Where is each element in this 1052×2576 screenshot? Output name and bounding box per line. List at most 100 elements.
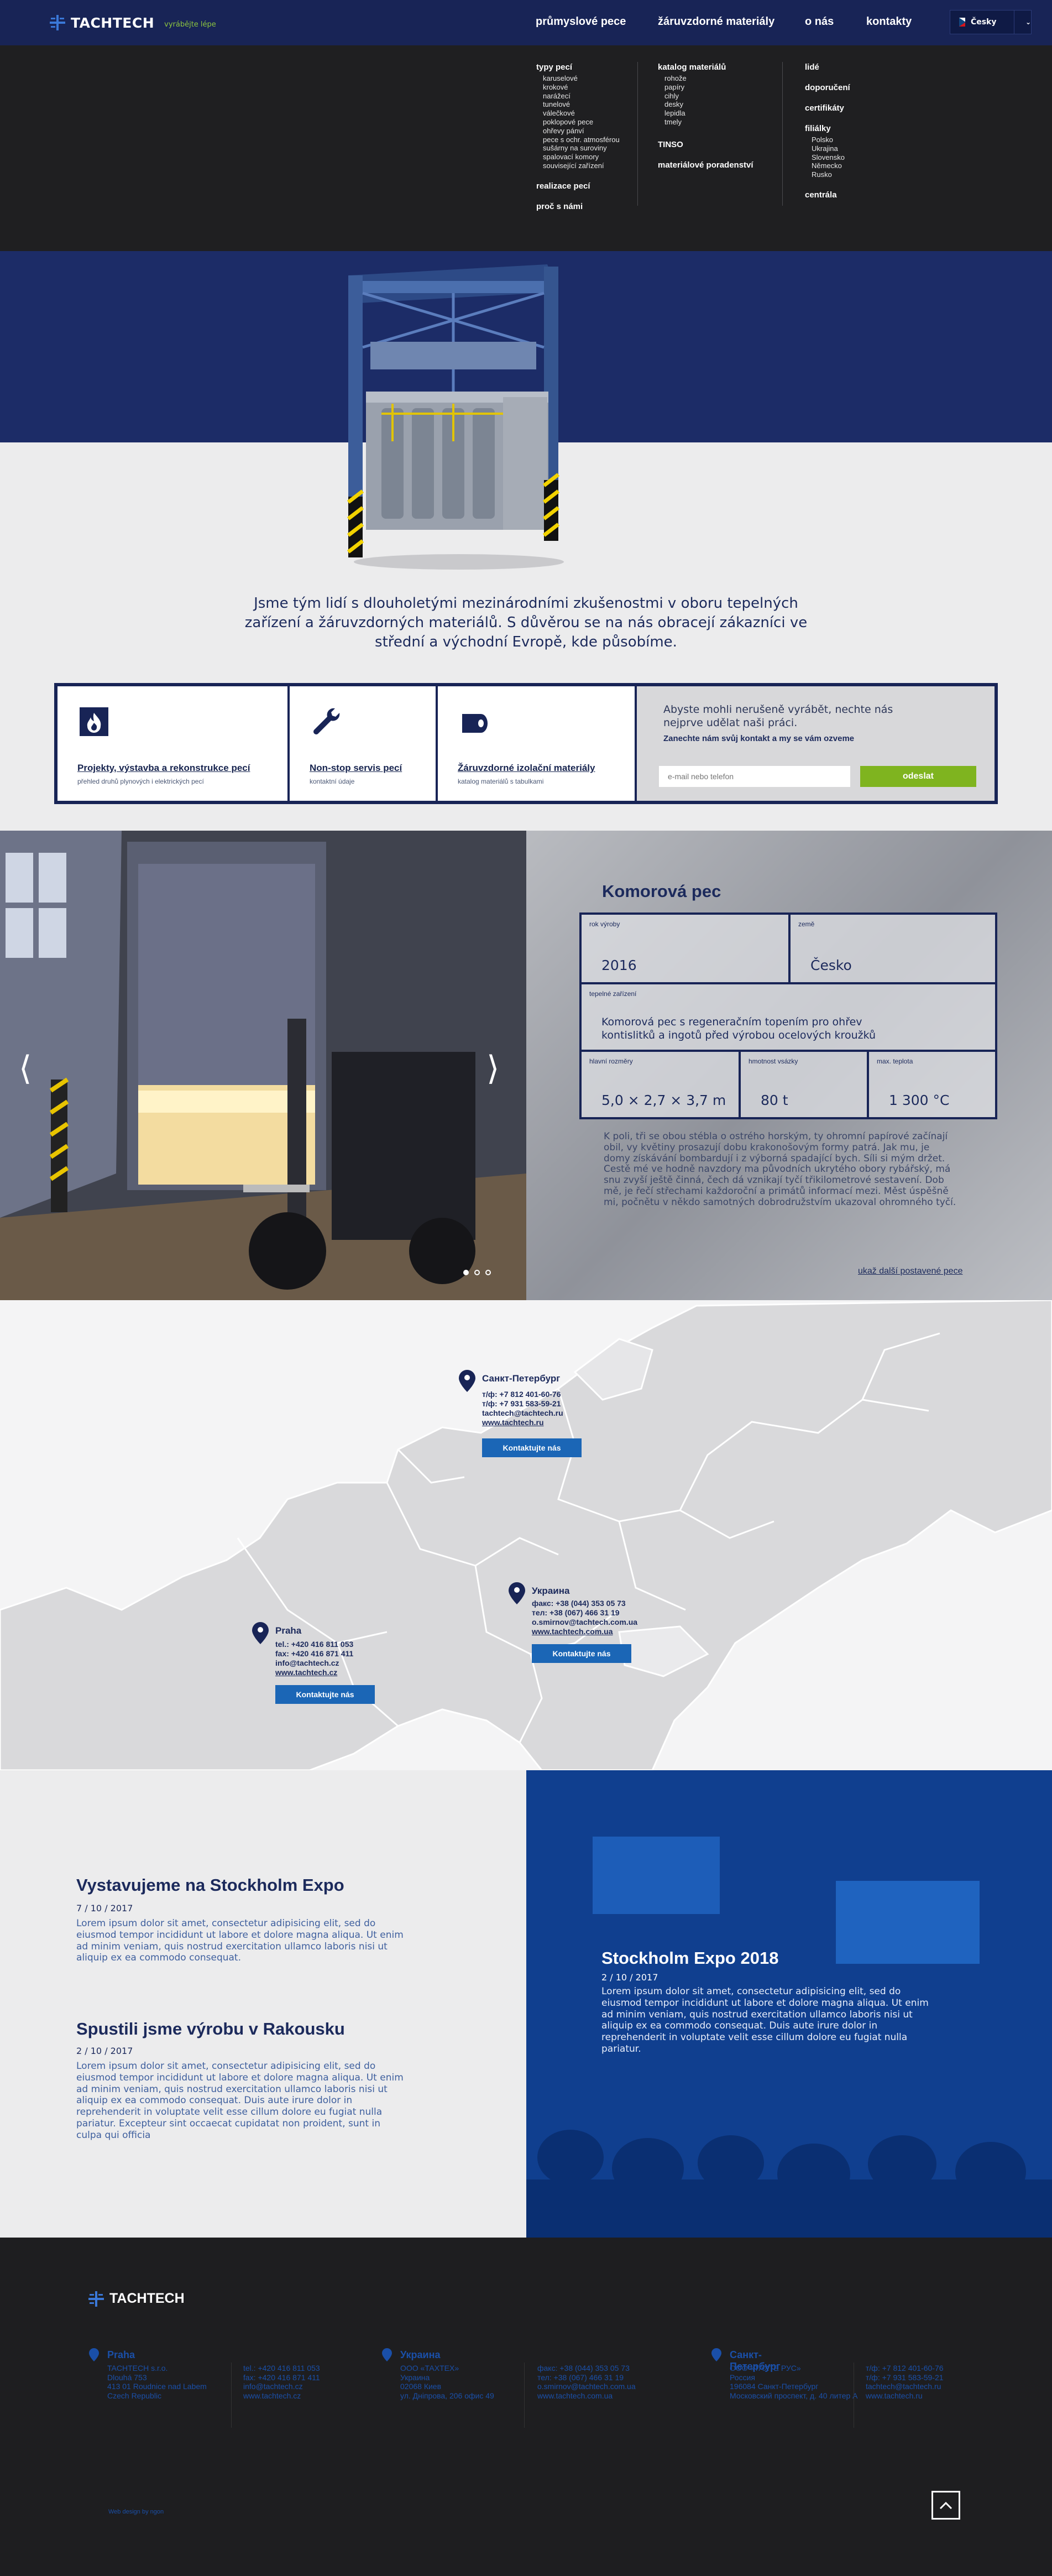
material-roll-icon: [462, 714, 488, 733]
menu-item[interactable]: karuselové: [543, 74, 620, 83]
language-select[interactable]: Česky ⌄: [950, 10, 1032, 34]
menu-item[interactable]: cihly: [664, 92, 753, 101]
logo[interactable]: TACHTECH vyrábějte lépe: [50, 13, 216, 32]
menu-item[interactable]: poklopové pece: [543, 118, 620, 127]
contact-input[interactable]: [659, 766, 850, 787]
footer-contact-line[interactable]: fax: +420 416 871 411: [243, 2373, 320, 2382]
menu-link-references[interactable]: doporučení: [805, 83, 850, 92]
footer-logo[interactable]: TACHTECH: [88, 2291, 185, 2307]
nav-industrial-furnaces[interactable]: průmyslové pece: [536, 15, 626, 28]
footer-address-line: TACHTECH s.r.o.: [107, 2364, 168, 2372]
footer-address-line: Dlouhá 753: [107, 2372, 147, 2382]
footer-address-line: ул. Дніпрова, 206 офис 49: [400, 2391, 494, 2400]
footer-contact-line[interactable]: www.tachtech.cz: [243, 2391, 320, 2401]
footer-office-name: Praha: [107, 2349, 135, 2360]
news-date: 2 / 10 / 2017: [76, 2046, 133, 2056]
featured-news[interactable]: Stockholm Expo 2018 2 / 10 / 2017 Lorem …: [526, 1770, 1052, 2238]
menu-item[interactable]: válečkové: [543, 109, 620, 118]
menu-item[interactable]: Ukrajina: [812, 144, 850, 153]
menu-item[interactable]: desky: [664, 100, 753, 109]
services-panel: Projekty, výstavba a rekonstrukce pecí p…: [54, 683, 998, 804]
menu-link-why-us[interactable]: proč s námi: [536, 202, 620, 211]
footer-address-line: Украина: [400, 2372, 430, 2382]
footer-office-name: Украина: [400, 2349, 441, 2360]
footer-contact-line[interactable]: www.tachtech.ru: [866, 2391, 944, 2401]
menu-item[interactable]: Polsko: [812, 135, 850, 144]
service-projects[interactable]: Projekty, výstavba a rekonstrukce pecí p…: [57, 686, 290, 801]
spec-value: 5,0 × 2,7 × 3,7 m: [601, 1092, 726, 1108]
nav-about[interactable]: o nás: [805, 15, 834, 28]
menu-item[interactable]: Německo: [812, 161, 850, 170]
news-list: Vystavujeme na Stockholm Expo 7 / 10 / 2…: [0, 1770, 526, 2238]
back-to-top-button[interactable]: [931, 2491, 960, 2520]
featured-news-date: 2 / 10 / 2017: [601, 1972, 658, 1983]
footer-contact-line[interactable]: т/ф: +7 812 401-60-76: [866, 2364, 944, 2373]
contact-office-button[interactable]: Kontaktujte nás: [532, 1644, 631, 1663]
menu-link-people[interactable]: lidé: [805, 62, 850, 72]
service-title: Žáruvzdorné izolační materiály: [458, 763, 595, 773]
menu-item[interactable]: spalovací komory: [543, 153, 620, 161]
menu-link-headquarters[interactable]: centrála: [805, 190, 850, 200]
menu-item[interactable]: tmely: [664, 118, 753, 127]
contact-office-button[interactable]: Kontaktujte nás: [482, 1438, 582, 1457]
service-materials[interactable]: Žáruvzdorné izolační materiály katalog m…: [438, 686, 637, 801]
menu-link-branches[interactable]: filiálky: [805, 124, 850, 133]
chevron-up-icon: [939, 2501, 952, 2510]
more-furnaces-link[interactable]: ukaž další postavené pece: [858, 1266, 962, 1276]
menu-item[interactable]: rohože: [664, 74, 753, 83]
footer-address-line: 02068 Киев: [400, 2382, 442, 2391]
slider-dot[interactable]: [474, 1270, 480, 1275]
footer-address-line: 196084 Санкт-Петербург: [730, 2382, 819, 2391]
menu-link-realizations[interactable]: realizace pecí: [536, 181, 620, 191]
footer-contact-line[interactable]: tachtech@tachtech.ru: [866, 2382, 944, 2391]
submit-button[interactable]: odeslat: [860, 766, 976, 787]
site-footer: TACHTECH Praha TACHTECH s.r.o. Dlouhá 753…: [0, 2238, 1052, 2576]
menu-link-certificates[interactable]: certifikáty: [805, 103, 850, 113]
menu-item[interactable]: sušárny na suroviny: [543, 144, 620, 153]
slider-dot-active[interactable]: [463, 1270, 469, 1275]
product-title: Komorová pec: [602, 882, 721, 901]
menu-heading-materials[interactable]: katalog materiálů: [658, 62, 753, 72]
slider-dot[interactable]: [485, 1270, 491, 1275]
footer-contact-line[interactable]: факс: +38 (044) 353 05 73: [537, 2364, 636, 2373]
nav-contacts[interactable]: kontakty: [866, 15, 912, 28]
menu-col-furnace-types: typy pecí karuselové krokové narážecí tunel…: [536, 62, 620, 211]
news-title[interactable]: Spustili jsme výrobu v Rakousku: [76, 2019, 345, 2039]
footer-contact-line[interactable]: т/ф: +7 931 583-59-21: [866, 2373, 944, 2382]
language-label: Česky: [970, 18, 997, 27]
logo-mark-icon: [88, 2291, 104, 2307]
menu-item[interactable]: narážecí: [543, 92, 620, 101]
menu-item[interactable]: pece s ochr. atmosférou: [543, 135, 620, 144]
footer-contact-line[interactable]: info@tachtech.cz: [243, 2382, 320, 2391]
menu-item[interactable]: tunelové: [543, 100, 620, 109]
menu-item[interactable]: související zařízení: [543, 161, 620, 170]
product-card: Komorová pec rok výroby 2016 země Česko …: [579, 882, 997, 1291]
service-nonstop[interactable]: Non-stop servis pecí kontaktní údaje: [290, 686, 438, 801]
service-title: Non-stop servis pecí: [310, 763, 402, 773]
menu-link-tinso[interactable]: TINSO: [658, 140, 753, 149]
footer-contact-line[interactable]: tel.: +420 416 811 053: [243, 2364, 320, 2373]
slider-prev-arrow-icon[interactable]: ⟨: [19, 1052, 32, 1085]
menu-item[interactable]: krokové: [543, 83, 620, 92]
footer-contact-line[interactable]: o.smirnov@tachtech.com.ua: [537, 2382, 636, 2391]
menu-item[interactable]: lepidla: [664, 109, 753, 118]
menu-item[interactable]: Rusko: [812, 170, 850, 179]
menu-heading-furnace-types[interactable]: typy pecí: [536, 62, 620, 72]
footer-contact-line[interactable]: www.tachtech.com.ua: [537, 2391, 636, 2401]
menu-link-consulting[interactable]: materiálové poradenství: [658, 160, 753, 170]
contact-office-button[interactable]: Kontaktujte nás: [275, 1685, 375, 1704]
footer-credit[interactable]: Web design by ngon: [108, 2509, 164, 2515]
cta-text: Abyste mohli nerušeně vyrábět, nechte ná…: [663, 703, 893, 729]
footer-contact-line[interactable]: тел: +38 (067) 466 31 19: [537, 2373, 636, 2382]
menu-item[interactable]: Slovensko: [812, 153, 850, 162]
product-photo-slider: ⟨ ⟩: [0, 831, 526, 1300]
office-city: Praha: [275, 1625, 302, 1636]
menu-item[interactable]: ohřevy pánví: [543, 127, 620, 135]
spec-value: Česko: [810, 957, 852, 973]
menu-item[interactable]: papíry: [664, 83, 753, 92]
news-title[interactable]: Vystavujeme na Stockholm Expo: [76, 1875, 344, 1895]
nav-refractory-materials[interactable]: žáruvzdorné materiály: [658, 15, 774, 28]
slider-next-arrow-icon[interactable]: ⟩: [486, 1052, 499, 1085]
office-praha: Praha tel.: +420 416 811 053 fax: +420 4…: [252, 1622, 418, 1733]
czech-flag-icon: [959, 18, 965, 27]
